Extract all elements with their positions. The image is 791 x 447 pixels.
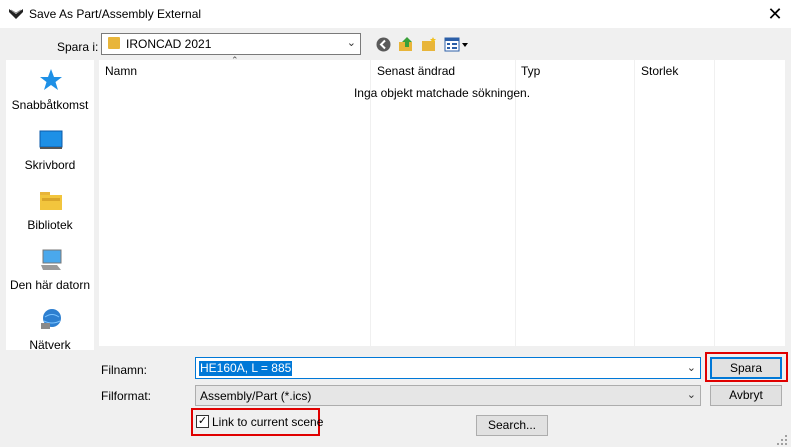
app-icon xyxy=(9,9,23,19)
lookin-dropdown[interactable]: IRONCAD 2021 ⌄ xyxy=(101,33,361,55)
desktop-icon xyxy=(39,130,63,149)
up-folder-icon[interactable] xyxy=(398,36,415,53)
place-network[interactable]: Nätverk xyxy=(6,302,94,358)
star-icon xyxy=(40,69,62,90)
place-label: Skrivbord xyxy=(24,158,76,172)
filetype-value: Assembly/Part (*.ics) xyxy=(200,389,312,403)
place-label: Den här datorn xyxy=(9,278,91,292)
empty-message: Inga objekt matchade sökningen. xyxy=(353,86,531,100)
place-label: Bibliotek xyxy=(27,218,73,232)
file-list[interactable]: ⌃ Namn Senast ändrad Typ Storlek Inga ob… xyxy=(99,55,785,346)
sort-arrow-icon: ⌃ xyxy=(231,55,239,65)
filetype-label: Filformat: xyxy=(101,389,152,403)
column-header-size[interactable]: Storlek xyxy=(641,64,678,78)
library-icon xyxy=(40,192,62,210)
column-divider xyxy=(370,60,371,346)
chevron-down-icon: ⌄ xyxy=(686,389,696,401)
view-menu-icon[interactable] xyxy=(444,36,470,53)
save-button[interactable]: Spara xyxy=(710,357,782,379)
column-divider xyxy=(515,60,516,346)
link-scene-label[interactable]: Link to current scene xyxy=(212,415,323,429)
new-folder-icon[interactable] xyxy=(421,36,438,53)
computer-icon xyxy=(41,249,62,270)
network-icon xyxy=(41,309,61,329)
places-bar: Snabbåtkomst Skrivbord Bibliotek Den här… xyxy=(6,60,94,352)
cancel-button[interactable]: Avbryt xyxy=(710,385,782,406)
chevron-down-icon: ⌄ xyxy=(346,37,356,49)
place-libraries[interactable]: Bibliotek xyxy=(6,182,94,238)
place-quick-access[interactable]: Snabbåtkomst xyxy=(6,62,94,118)
filename-input[interactable]: HE160A, L = 885 ⌄ xyxy=(195,357,701,379)
lookin-value: IRONCAD 2021 xyxy=(126,37,212,51)
place-desktop[interactable]: Skrivbord xyxy=(6,122,94,178)
resize-grip-icon[interactable] xyxy=(774,432,788,446)
column-header-type[interactable]: Typ xyxy=(521,64,540,78)
place-label: Nätverk xyxy=(29,338,71,352)
column-divider xyxy=(714,60,715,346)
place-label: Snabbåtkomst xyxy=(11,98,89,112)
search-button[interactable]: Search... xyxy=(476,415,548,436)
column-header-name[interactable]: Namn xyxy=(105,64,137,78)
lookin-label: Spara i: xyxy=(57,40,99,54)
filename-label: Filnamn: xyxy=(101,363,148,377)
close-button[interactable]: ✕ xyxy=(760,2,790,26)
link-scene-checkbox[interactable]: ✓ xyxy=(196,415,209,428)
back-icon[interactable] xyxy=(375,36,392,53)
column-header-modified[interactable]: Senast ändrad xyxy=(377,64,455,78)
window-title: Save As Part/Assembly External xyxy=(29,7,202,21)
filetype-select[interactable]: Assembly/Part (*.ics) ⌄ xyxy=(195,385,701,406)
folder-icon xyxy=(108,37,120,49)
filename-value: HE160A, L = 885 xyxy=(199,361,293,376)
column-divider xyxy=(634,60,635,346)
place-this-pc[interactable]: Den här datorn xyxy=(6,242,94,298)
chevron-down-icon[interactable]: ⌄ xyxy=(687,361,696,374)
